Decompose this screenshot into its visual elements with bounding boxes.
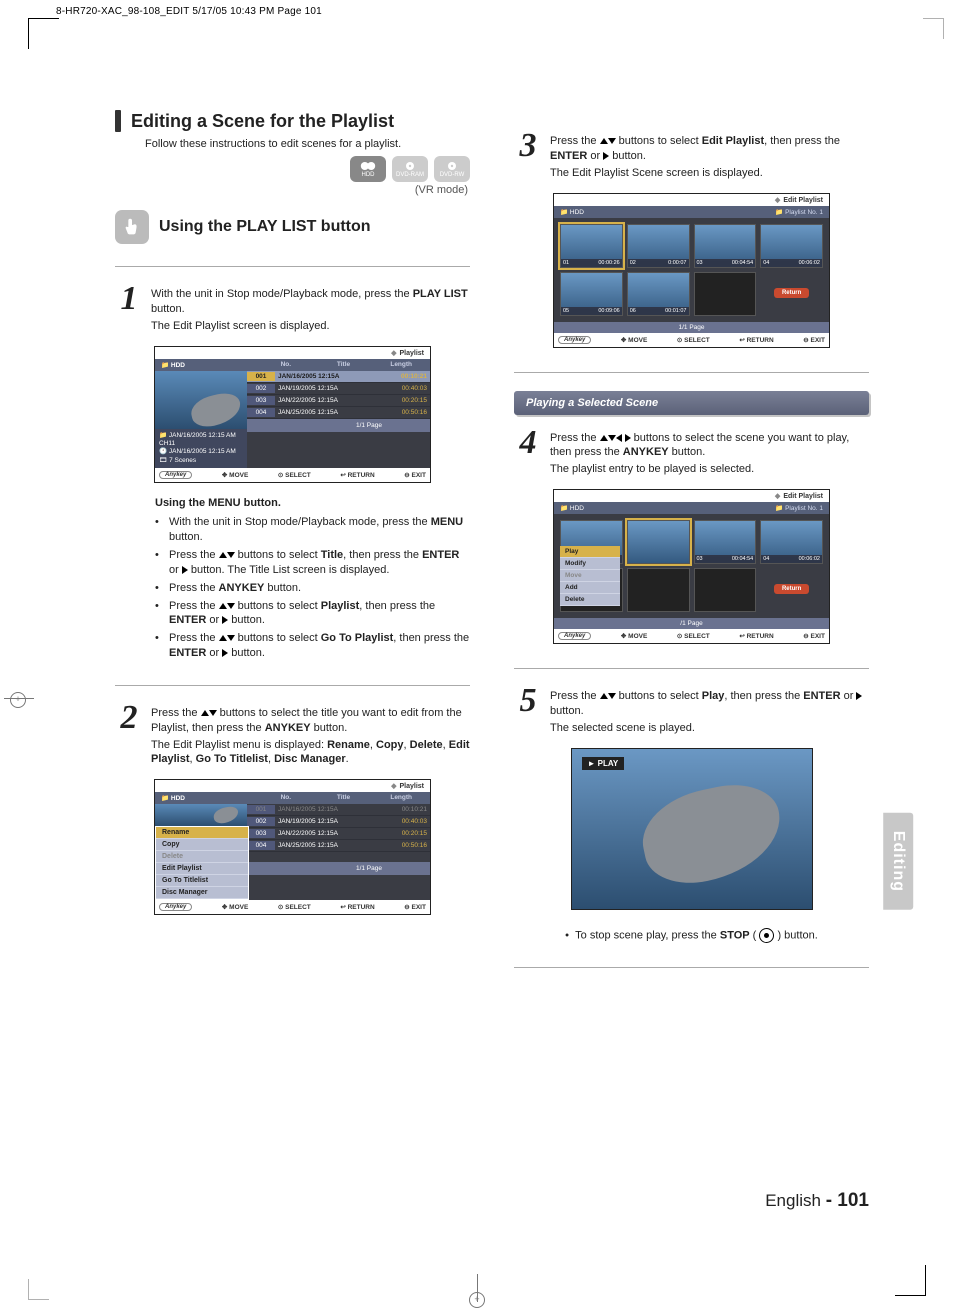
divider (514, 668, 869, 669)
step-number: 3 (514, 132, 542, 183)
left-column: Editing a Scene for the Playlist Follow … (115, 110, 470, 1220)
step-3: 3 Press the buttons to select Edit Playl… (514, 132, 869, 183)
step-text: The Edit Playlist screen is displayed. (151, 319, 470, 334)
step-text: Press the buttons to select Play, then p… (550, 689, 869, 719)
content-area: Editing a Scene for the Playlist Follow … (115, 110, 869, 1220)
divider (514, 372, 869, 373)
menu-subtitle: Using the MENU button. (155, 497, 470, 509)
step-text: With the unit in Stop mode/Playback mode… (151, 287, 470, 317)
step-1: 1 With the unit in Stop mode/Playback mo… (115, 285, 470, 336)
step-text: The Edit Playlist Scene screen is displa… (550, 166, 869, 181)
bullet-list: •With the unit in Stop mode/Playback mod… (155, 515, 470, 661)
step-number: 4 (514, 429, 542, 480)
section-2-header: Playing a Selected Scene (514, 391, 869, 415)
crop-mark (28, 1279, 49, 1300)
play-indicator: ► PLAY (582, 757, 625, 770)
playlist-screen-popup: ◆Playlist 📁 HDD No. Title Length Rename (154, 779, 431, 915)
step-text: Press the buttons to select Edit Playlis… (550, 134, 869, 164)
step-text: Press the buttons to select the title yo… (151, 706, 470, 736)
section-title: Editing a Scene for the Playlist (131, 111, 394, 132)
side-tab: Editing (883, 813, 913, 910)
divider (115, 266, 470, 267)
dvd-rw-badge-icon: DVD-RW (434, 156, 470, 182)
accent-bar-icon (115, 110, 121, 132)
page-sheet: + + 8-HR720-XAC_98-108_EDIT 5/17/05 10:4… (0, 0, 954, 1310)
divider (514, 967, 869, 968)
print-header: 8-HR720-XAC_98-108_EDIT 5/17/05 10:43 PM… (56, 6, 322, 17)
step-number: 1 (115, 285, 143, 336)
crop-mark (895, 1265, 926, 1296)
dvd-ram-badge-icon: DVD-RAM (392, 156, 428, 182)
step-5: 5 Press the buttons to select Play, then… (514, 687, 869, 738)
playlist-screen: ◆Playlist 📁 HDD No. Title Length 📁 JAN/1… (154, 346, 431, 484)
reg-mark-bottom: + (469, 1292, 485, 1308)
lead-text: Follow these instructions to edit scenes… (145, 138, 470, 150)
crop-mark (923, 18, 944, 39)
playback-screen: ► PLAY (571, 748, 813, 910)
step-number: 5 (514, 687, 542, 738)
edit-playlist-screen-popup: ◆Edit Playlist 📁 HDD 📁 Playlist No. 1 01… (553, 489, 830, 644)
step-text: Press the buttons to select the scene yo… (550, 431, 869, 461)
vr-mode-label: (VR mode) (115, 184, 468, 196)
crop-mark (28, 18, 59, 49)
hand-press-icon (115, 210, 149, 244)
step-text: The playlist entry to be played is selec… (550, 462, 869, 477)
hdd-badge-icon: HDD (350, 156, 386, 182)
step-text: The Edit Playlist menu is displayed: Ren… (151, 738, 470, 768)
step-text: The selected scene is played. (550, 721, 869, 736)
page-footer: English - 101 (765, 1190, 869, 1212)
divider (115, 685, 470, 686)
step-number: 2 (115, 704, 143, 769)
disc-badge-row: HDD DVD-RAM DVD-RW (115, 156, 470, 182)
section-header: Editing a Scene for the Playlist (115, 110, 470, 132)
edit-playlist-screen: ◆Edit Playlist 📁 HDD 📁 Playlist No. 1 01… (553, 193, 830, 348)
subhead-text: Using the PLAY LIST button (159, 218, 371, 236)
reg-mark-left: + (10, 690, 26, 709)
subhead-row: Using the PLAY LIST button (115, 210, 470, 244)
step-2: 2 Press the buttons to select the title … (115, 704, 470, 769)
stop-note: • To stop scene play, press the STOP ( )… (514, 928, 869, 943)
step-4: 4 Press the buttons to select the scene … (514, 429, 869, 480)
stop-button-icon (759, 928, 774, 943)
right-column: 3 Press the buttons to select Edit Playl… (514, 110, 869, 1220)
